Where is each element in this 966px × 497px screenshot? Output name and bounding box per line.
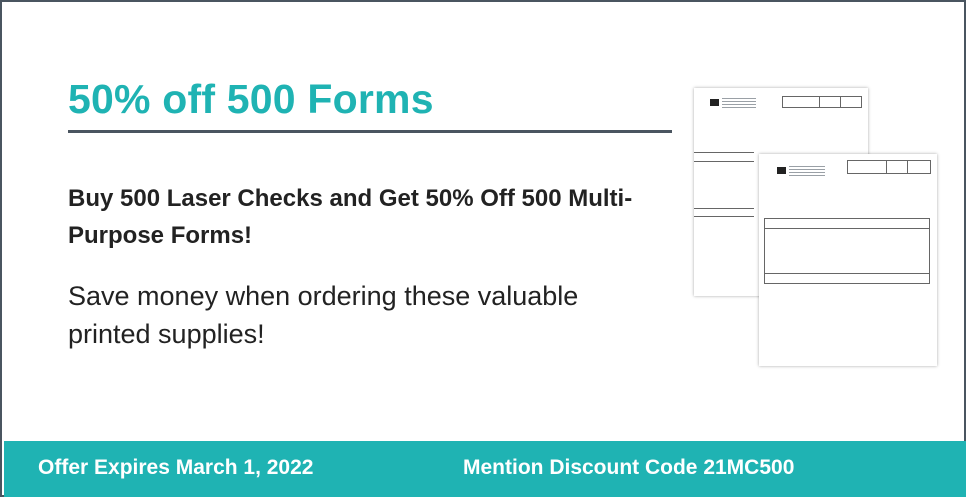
form-date-box <box>782 96 862 108</box>
promo-subhead: Buy 500 Laser Checks and Get 50% Off 500… <box>68 185 633 249</box>
promo-headline: 50% off 500 Forms <box>68 76 434 122</box>
offer-expiry: Offer Expires March 1, 2022 <box>38 456 314 479</box>
promo-body: Save money when ordering these valuable … <box>68 281 579 349</box>
form-sheet-front <box>759 154 937 366</box>
form-logo-icon <box>777 167 786 174</box>
form-date-box <box>847 160 931 174</box>
discount-code: Mention Discount Code 21MC500 <box>463 456 795 479</box>
form-logo-icon <box>710 99 719 106</box>
headline-divider <box>68 130 672 133</box>
promo-footer: Offer Expires March 1, 2022 Mention Disc… <box>4 441 966 497</box>
promo-card: 50% off 500 Forms Buy 500 Laser Checks a… <box>0 0 966 497</box>
